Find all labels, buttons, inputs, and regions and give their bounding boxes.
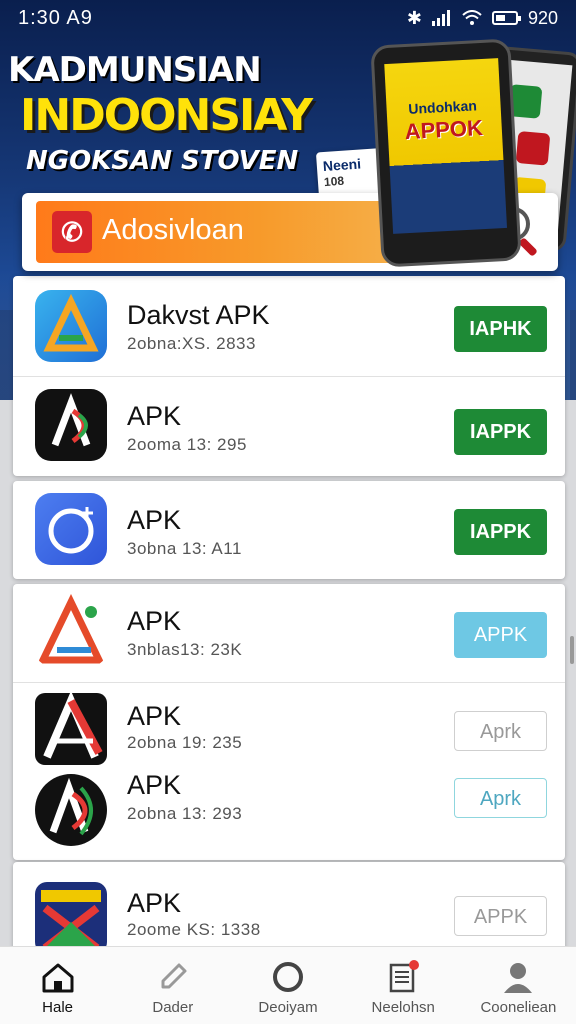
list-item[interactable]: APK 3obna 13: A11 IAPPK — [13, 481, 565, 579]
app-name: APK — [127, 701, 182, 731]
pencil-icon — [161, 963, 187, 989]
apk-app-icon — [35, 594, 107, 666]
profile-icon — [504, 963, 533, 993]
list-item[interactable]: APK 2obna 13: 293 Aprk — [13, 768, 565, 866]
bottom-navigation: Hale Dader Deoiyam Neelohsn Cooneliean — [0, 946, 576, 1024]
status-bar: 1:30 A9 ✱ 920 — [0, 0, 576, 36]
app-meta: 3obna 13: A11 — [127, 539, 242, 558]
status-time: 1:30 A9 — [18, 6, 93, 29]
bluetooth-icon: ✱ — [406, 7, 422, 28]
app-meta: 2obna 13: 293 — [127, 804, 243, 823]
nav-label: Cooneliean — [480, 999, 557, 1016]
hero-title-line2: INDOONSIAY — [20, 90, 313, 141]
apk-app-icon — [35, 693, 107, 765]
app-logo-icon: ✆ — [52, 211, 92, 253]
battery-level: 920 — [527, 7, 558, 28]
app-meta: 3nblas13: 23K — [127, 640, 243, 659]
circle-icon — [273, 962, 303, 992]
nav-home[interactable]: Hale — [0, 947, 115, 1024]
apk-app-icon — [35, 493, 107, 565]
scrollbar[interactable] — [570, 636, 574, 664]
app-name: Dakvst APK — [127, 300, 270, 330]
nav-profile[interactable]: Cooneliean — [461, 947, 576, 1024]
app-meta: 2obna 19: 235 — [127, 733, 243, 752]
app-name: APK — [127, 401, 182, 431]
hero-card-sub: 108 — [323, 173, 345, 190]
nav-dader[interactable]: Dader — [115, 947, 230, 1024]
app-name: APK — [127, 770, 182, 800]
battery-icon — [491, 11, 521, 25]
download-button[interactable]: IAPHK — [454, 306, 547, 352]
signal-icon — [431, 10, 450, 26]
nav-label: Hale — [42, 999, 74, 1016]
list-item[interactable]: APK 3nblas13: 23K APPK — [13, 584, 565, 682]
download-button[interactable]: APPK — [454, 896, 547, 936]
wifi-icon — [462, 10, 482, 25]
app-list-group: APK 3nblas13: 23K APPK APK 2obna 19: 235… — [13, 584, 565, 860]
download-button[interactable]: Aprk — [454, 711, 547, 751]
app-name: APK — [127, 505, 182, 535]
home-icon — [42, 963, 74, 993]
download-button[interactable]: Aprk — [454, 778, 547, 818]
list-item[interactable]: Dakvst APK 2obna:XS. 2833 IAPHK — [13, 276, 565, 374]
nav-label: Dader — [152, 999, 194, 1016]
nav-label: Deoiyam — [258, 999, 318, 1016]
search-bar[interactable]: ✆ Adosivloan — [36, 201, 406, 263]
app-name: APK — [127, 606, 182, 636]
status-icons: ✱ 920 — [407, 8, 558, 29]
app-meta: 2oome KS: 1338 — [127, 920, 261, 939]
list-item[interactable]: APK 2ooma 13: 295 IAPPK — [13, 376, 565, 474]
nav-label: Neelohsn — [371, 999, 435, 1016]
hero-subtitle: NGOKSAN STOVEN — [26, 146, 299, 176]
hero-phone-front: Undohkan APPOK — [370, 38, 522, 268]
download-button[interactable]: APPK — [454, 612, 547, 658]
app-name: APK — [127, 888, 182, 918]
app-list-group: APK 3obna 13: A11 IAPPK — [13, 481, 565, 579]
download-button[interactable]: IAPPK — [454, 409, 547, 455]
list-item[interactable]: APK 2obna 19: 235 Aprk — [13, 682, 565, 780]
apk-app-icon — [35, 882, 107, 954]
apk-app-icon — [35, 389, 107, 461]
search-label: Adosivloan — [102, 214, 244, 246]
app-meta: 2obna:XS. 2833 — [127, 334, 256, 353]
app-list-group: Dakvst APK 2obna:XS. 2833 IAPHK APK 2oom… — [13, 276, 565, 476]
apk-app-icon — [35, 290, 107, 362]
apk-app-icon — [35, 774, 107, 846]
download-button[interactable]: IAPPK — [454, 509, 547, 555]
app-meta: 2ooma 13: 295 — [127, 435, 247, 454]
app-tile — [515, 130, 551, 166]
hero-title-line1: KADMUNSIAN — [8, 50, 262, 90]
nav-deoiyam[interactable]: Deoiyam — [230, 947, 345, 1024]
nav-neelohsn[interactable]: Neelohsn — [346, 947, 461, 1024]
news-icon — [389, 960, 420, 993]
